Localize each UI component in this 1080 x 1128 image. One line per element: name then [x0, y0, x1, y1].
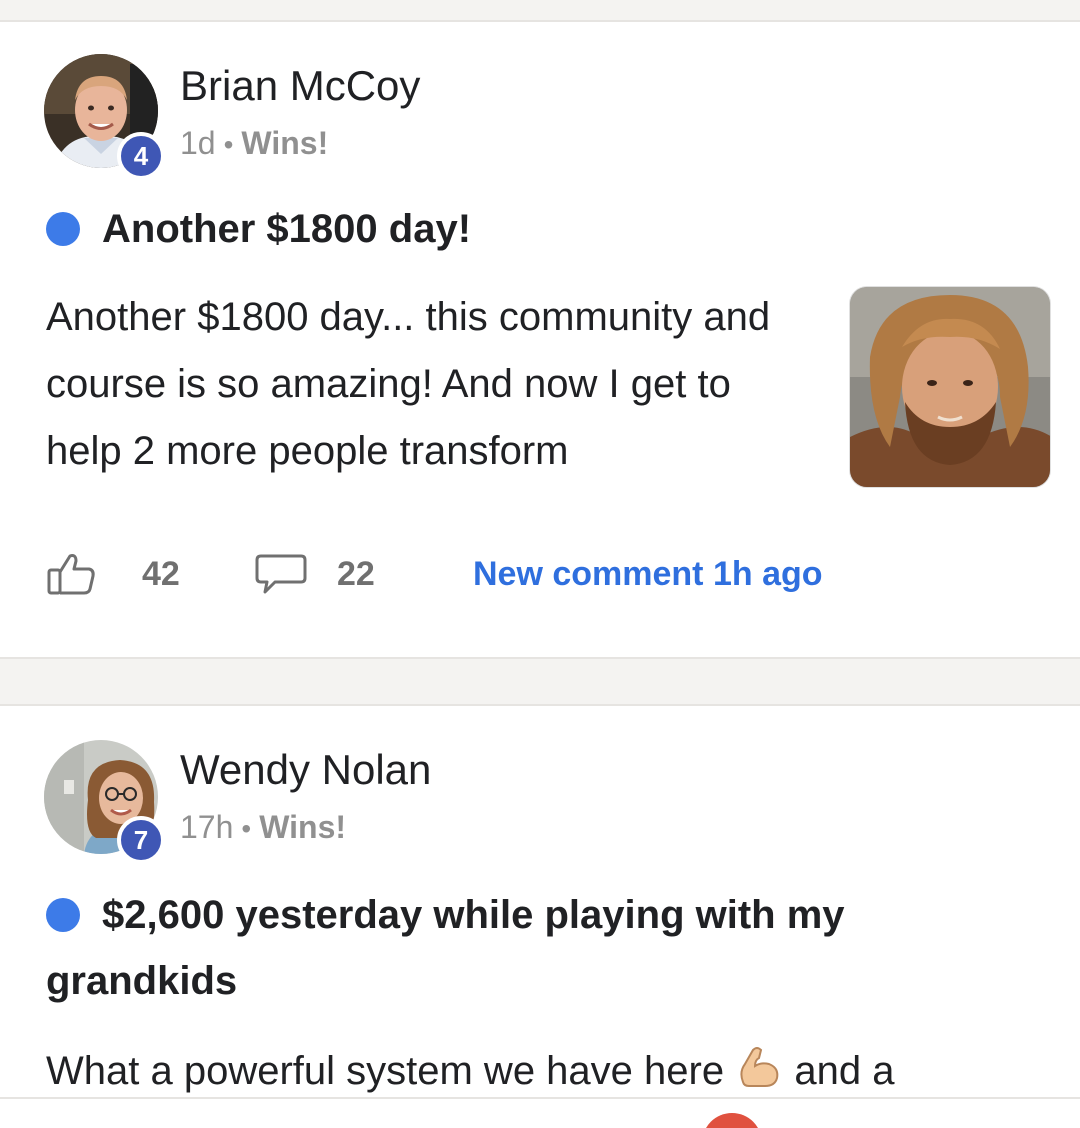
- like-count: 42: [142, 554, 180, 593]
- unread-indicator: [46, 212, 80, 246]
- post-category[interactable]: Wins!: [259, 809, 346, 845]
- post-title[interactable]: Another $1800 day!: [102, 196, 1002, 262]
- feed-top-divider: [0, 0, 1080, 22]
- bottom-bar: [0, 1097, 1080, 1128]
- level-badge: 7: [117, 816, 165, 864]
- like-button[interactable]: 42: [46, 552, 180, 596]
- level-badge: 4: [117, 132, 165, 180]
- new-comment-link[interactable]: New comment 1h ago: [473, 552, 823, 596]
- thumbs-up-icon: [46, 552, 98, 596]
- author-name[interactable]: Wendy Nolan: [180, 746, 431, 794]
- post-card[interactable]: 4 Brian McCoy 1d • Wins! Another $1800 day…: [0, 22, 1080, 659]
- meta-separator: •: [223, 129, 234, 160]
- comment-button[interactable]: 22: [255, 552, 375, 596]
- comment-count: 22: [337, 554, 375, 593]
- post-title[interactable]: $2,600 yesterday while playing with my g…: [46, 882, 946, 1014]
- post-meta: 17h • Wins!: [180, 809, 346, 846]
- post-time: 1d: [180, 125, 216, 161]
- post-thumbnail-image[interactable]: [849, 286, 1051, 488]
- post-body-text-continued: and a: [794, 1049, 895, 1093]
- comment-bubble-icon: [255, 552, 307, 596]
- post-body[interactable]: Another $1800 day... this community and …: [46, 284, 806, 485]
- post-card[interactable]: 7 Wendy Nolan 17h • Wins! $2,600 yesterday…: [0, 704, 1080, 1099]
- post-time: 17h: [180, 809, 234, 845]
- meta-separator: •: [241, 813, 252, 844]
- post-body-text: What a powerful system we have here: [46, 1049, 725, 1093]
- author-name[interactable]: Brian McCoy: [180, 62, 420, 110]
- post-meta: 1d • Wins!: [180, 125, 328, 162]
- post-category[interactable]: Wins!: [241, 125, 328, 161]
